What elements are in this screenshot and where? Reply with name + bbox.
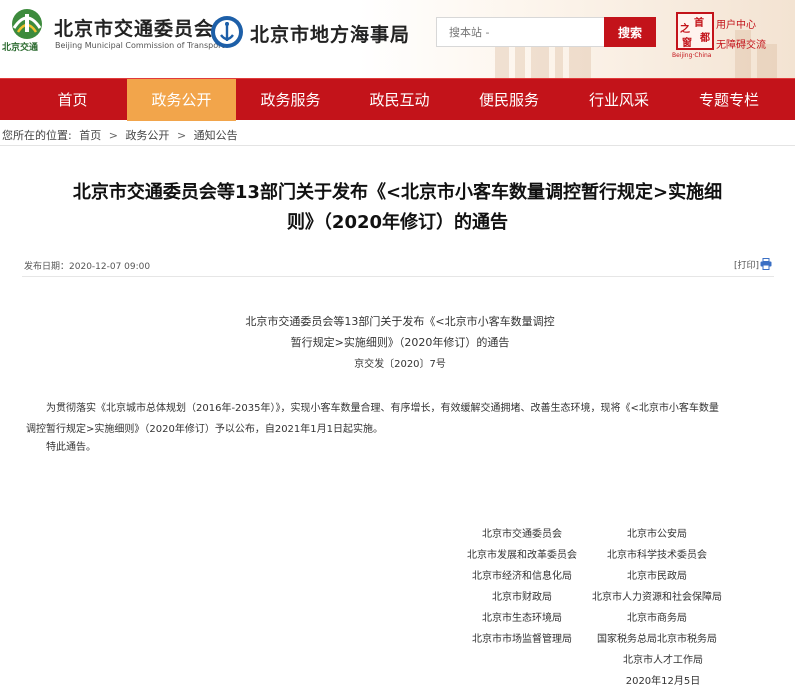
nav-item-special-topics[interactable]: 专题专栏	[674, 79, 784, 121]
closing-text: 特此通告。	[46, 442, 96, 453]
signatory: 北京市商务局	[627, 613, 687, 624]
publish-date: 2020-12-07 09:00	[69, 262, 151, 272]
doc-heading-line: 暂行规定>实施细则》（2020年修订）的通告	[290, 336, 510, 349]
printer-icon[interactable]	[760, 258, 772, 270]
breadcrumb-notices[interactable]: 通知公告	[194, 129, 238, 142]
signatory: 国家税务总局北京市税务局	[597, 634, 717, 645]
article-paragraph: 为贯彻落实《北京城市总体规划（2016年-2035年）》，实现小客车数量合理、有…	[26, 398, 778, 440]
signatory: 北京市人力资源和社会保障局	[592, 592, 722, 603]
stamp-char: 都	[700, 33, 710, 44]
capital-window-logo-icon[interactable]: 首 都 之 窗	[676, 12, 714, 50]
site-title-maritime[interactable]: 北京市地方海事局	[250, 20, 410, 47]
article-title: 北京市交通委员会等13部门关于发布《<北京市小客车数量调控暂行规定>实施细 则》…	[40, 178, 755, 238]
search-button[interactable]: 搜索	[604, 17, 656, 47]
breadcrumb-prefix: 您所在的位置:	[2, 129, 72, 142]
signatory: 北京市公安局	[627, 529, 687, 540]
breadcrumb-home[interactable]: 首页	[79, 129, 101, 142]
document-number: 京交发〔2020〕7号	[354, 359, 446, 370]
nav-item-gov-affairs-open[interactable]: 政务公开	[127, 79, 236, 121]
accessibility-link[interactable]: 无障碍交流	[716, 36, 766, 51]
document-heading: 北京市交通委员会等13部门关于发布《<北京市小客车数量调控 暂行规定>实施细则》…	[200, 311, 600, 353]
maritime-bureau-logo-icon[interactable]	[210, 15, 244, 49]
signatory: 北京市人才工作局	[623, 655, 703, 666]
publish-label: 发布日期：	[24, 262, 70, 272]
doc-heading-line: 北京市交通委员会等13部门关于发布《<北京市小客车数量调控	[245, 315, 555, 328]
nav-item-public-services[interactable]: 便民服务	[454, 79, 564, 121]
nav-item-industry[interactable]: 行业风采	[564, 79, 674, 121]
stamp-char: 之	[680, 24, 690, 35]
breadcrumb-separator: >	[176, 129, 187, 142]
title-line: 则》（2020年修订）的通告	[286, 212, 509, 233]
search-input[interactable]	[437, 18, 606, 46]
print-link[interactable]: [打印]	[734, 258, 759, 271]
title-line: 北京市交通委员会等13部门关于发布《<北京市小客车数量调控暂行规定>实施细	[72, 182, 723, 203]
stamp-char: 窗	[682, 38, 692, 49]
site-title-transport[interactable]: 北京市交通委员会	[54, 14, 214, 41]
stamp-char: 首	[694, 18, 704, 29]
breadcrumb-gov-affairs[interactable]: 政务公开	[125, 129, 169, 142]
logo-subtitle: 北京交通	[2, 43, 39, 53]
breadcrumb-separator: >	[108, 129, 118, 142]
search-field[interactable]	[436, 17, 606, 47]
breadcrumb: 您所在的位置: 首页 > 政务公开 > 通知公告	[2, 127, 242, 143]
divider	[0, 145, 795, 146]
nav-item-home[interactable]: 首页	[0, 79, 145, 121]
paragraph-line: 调控暂行规定>实施细则》（2020年修订）予以公布，自2021年1月1日起实施。	[26, 424, 384, 435]
signatory: 北京市科学技术委员会	[607, 550, 707, 561]
user-center-link[interactable]: 用户中心	[716, 16, 756, 31]
paragraph-line: 为贯彻落实《北京城市总体规划（2016年-2035年）》，实现小客车数量合理、有…	[46, 403, 719, 414]
divider	[22, 276, 774, 277]
stamp-subtitle: Beijing·China	[672, 52, 712, 59]
site-title-english: Beijing Municipal Commission of Transpor…	[55, 41, 225, 50]
main-nav: 首页 政务公开 政务服务 政民互动 便民服务 行业风采 专题专栏	[0, 78, 795, 121]
nav-item-gov-services[interactable]: 政务服务	[236, 79, 345, 121]
nav-item-interaction[interactable]: 政民互动	[345, 79, 454, 121]
signatory: 北京市民政局	[627, 571, 687, 582]
site-header: 北京交通 北京市交通委员会 Beijing Municipal Commissi…	[0, 0, 795, 78]
publish-info: 发布日期：2020-12-07 09:00	[24, 259, 150, 272]
signature-date: 2020年12月5日	[625, 676, 701, 687]
